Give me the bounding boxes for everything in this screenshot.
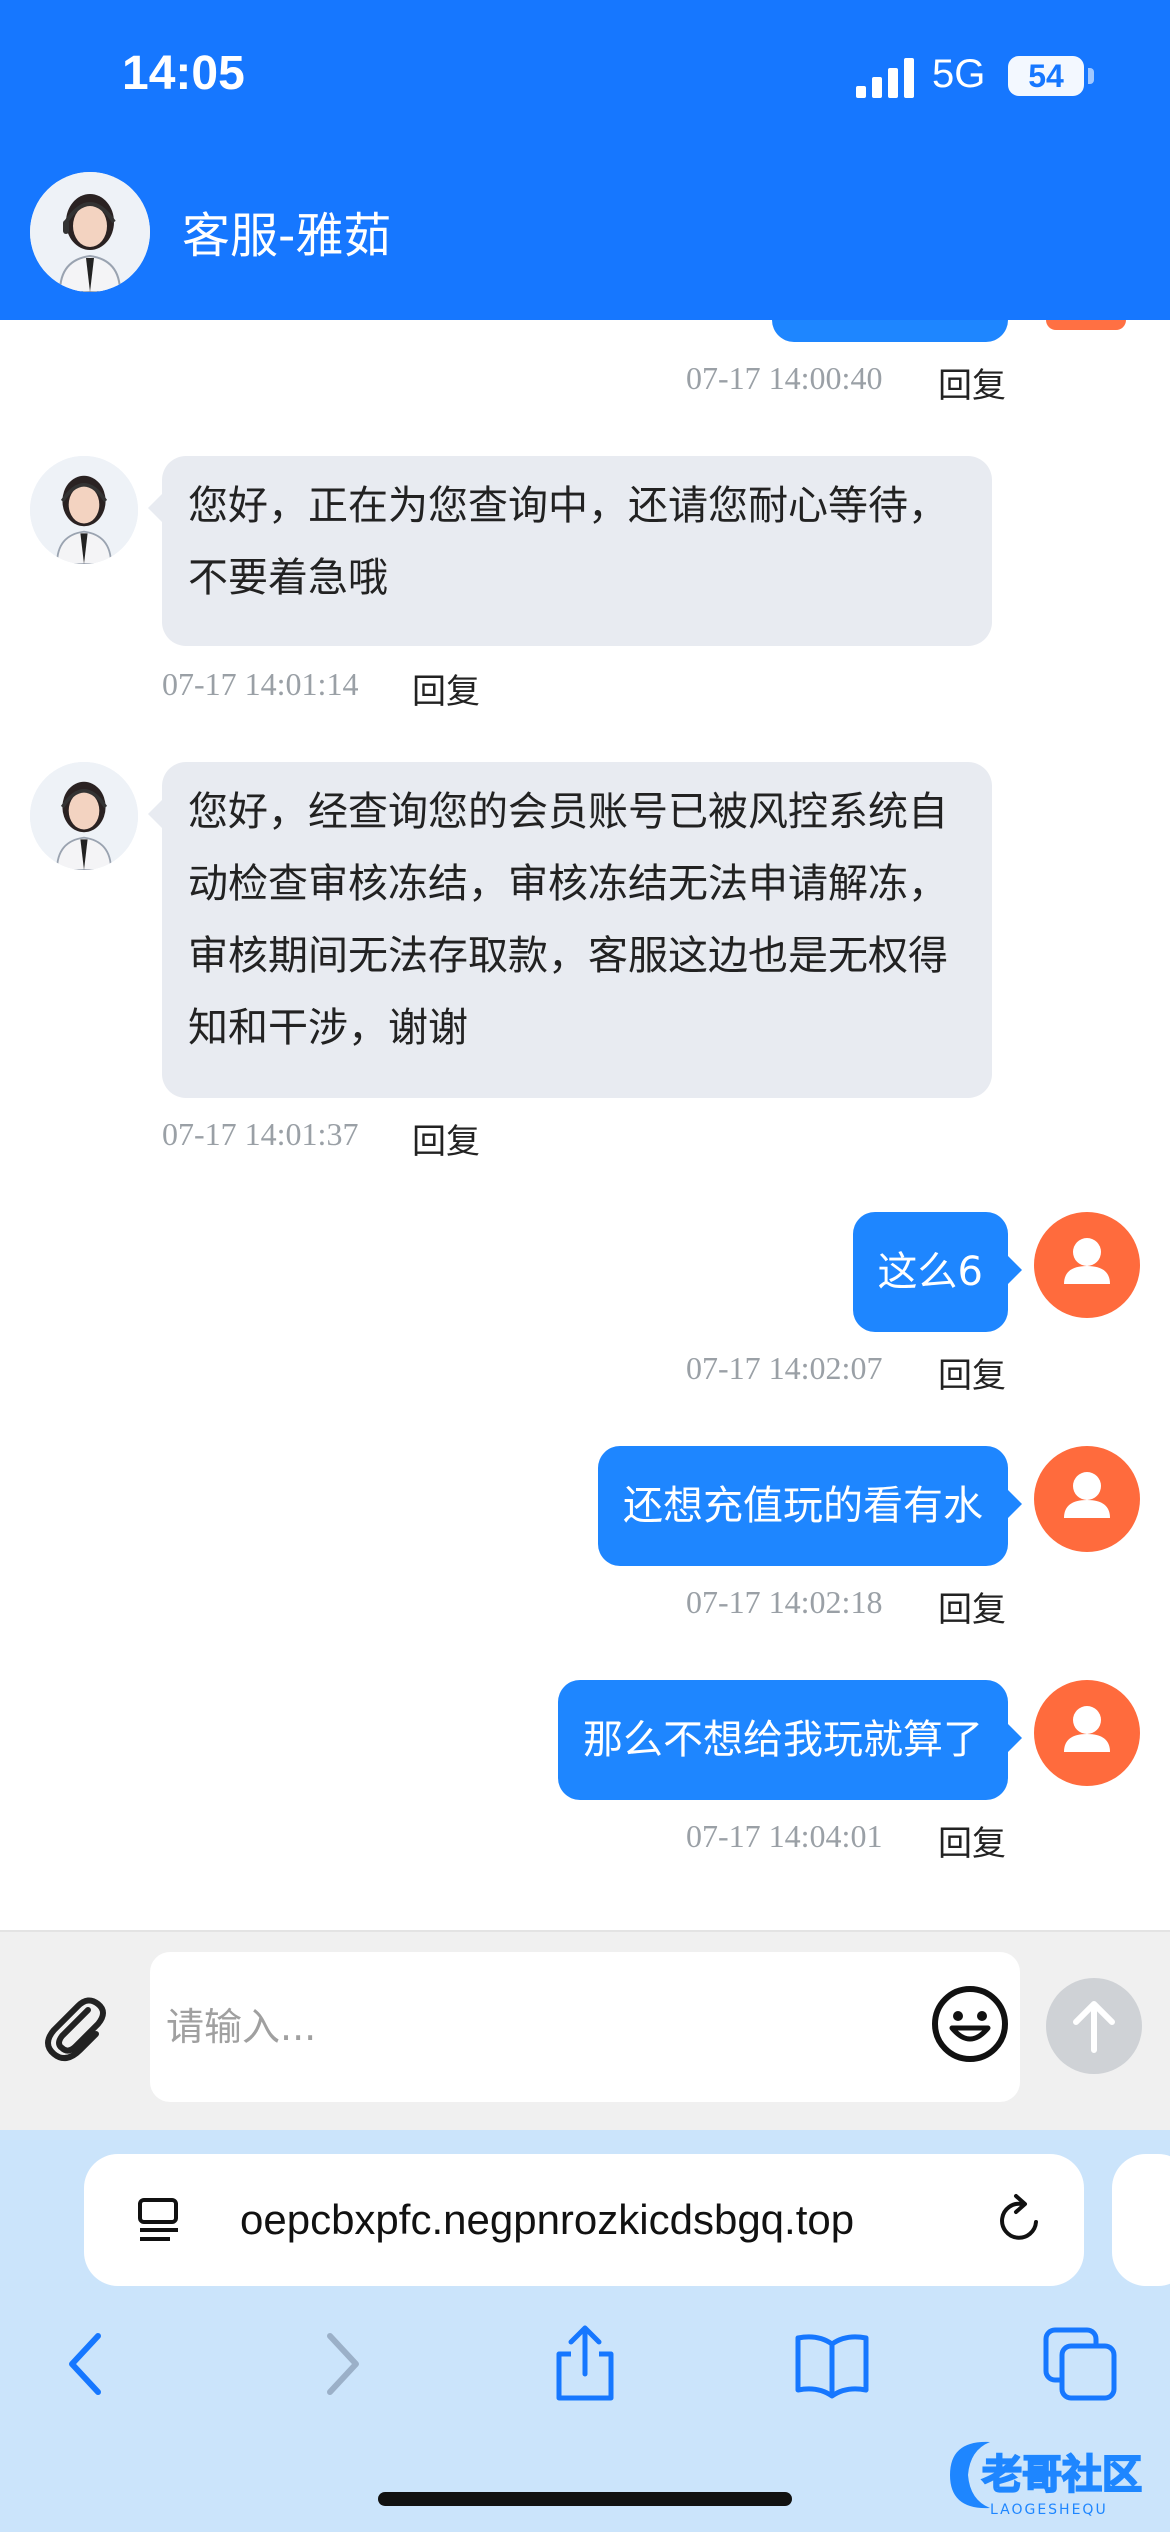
agent-avatar[interactable] [30, 172, 150, 292]
message-time: 07-17 14:01:37 [162, 1116, 359, 1152]
battery-cap [1088, 68, 1094, 84]
browser-toolbar: oepcbxpfc.negpnrozkicdsbgq.top 老哥社区 LAOG… [0, 2130, 1170, 2532]
partial-user-bubble [772, 320, 1008, 342]
reply-link[interactable]: 回复 [412, 664, 480, 713]
attachment-icon[interactable] [36, 1988, 112, 2064]
home-indicator [378, 2492, 792, 2506]
reply-link[interactable]: 回复 [938, 1816, 1006, 1865]
user-message-bubble: 那么不想给我玩就算了 [558, 1680, 1022, 1800]
agent-avatar [30, 456, 138, 564]
svg-text:LAOGESHEQU: LAOGESHEQU [990, 2502, 1108, 2518]
user-message-bubble: 这么6 [852, 1212, 1023, 1332]
reply-link[interactable]: 回复 [938, 1348, 1006, 1397]
message-time: 07-17 14:02:18 [686, 1584, 883, 1620]
chat-header: 14:05 5G 54 客服-雅茹 [0, 0, 1170, 320]
input-placeholder: 请输入... [166, 2005, 317, 2049]
tabs-icon[interactable] [1040, 2324, 1120, 2404]
user-message-bubble: 还想充值玩的看有水 [598, 1446, 1022, 1566]
reader-icon[interactable] [134, 2194, 184, 2244]
user-avatar [1034, 1446, 1140, 1552]
reply-link[interactable]: 回复 [938, 358, 1006, 407]
send-button[interactable] [1046, 1978, 1142, 2074]
agent-message-bubble: 您好，正在为您查询中，还请您耐心等待，不要着急哦 [148, 456, 992, 646]
bookmarks-icon[interactable] [792, 2324, 872, 2404]
message-time: 07-17 14:04:01 [686, 1818, 883, 1854]
status-time: 14:05 [122, 47, 245, 100]
svg-text:老哥社区: 老哥社区 [982, 2452, 1142, 2498]
watermark-logo: 老哥社区 LAOGESHEQU [950, 2441, 1143, 2518]
user-avatar [1034, 1680, 1140, 1786]
reload-icon[interactable] [992, 2192, 1048, 2248]
battery-icon: 54 [1008, 56, 1084, 96]
agent-message-bubble: 您好，经查询您的会员账号已被风控系统自动检查审核冻结，审核冻结无法申请解冻，审核… [148, 762, 992, 1098]
reply-link[interactable]: 回复 [938, 1582, 1006, 1631]
reply-link[interactable]: 回复 [412, 1114, 480, 1163]
signal-icon [856, 58, 914, 98]
send-arrow-icon [1073, 2001, 1115, 2053]
back-icon[interactable] [48, 2324, 128, 2404]
message-time: 07-17 14:02:07 [686, 1350, 883, 1386]
user-avatar [1034, 1212, 1140, 1318]
message-list[interactable]: 07-17 14:00:40 回复 您好，正在为您查询中，还请您耐心等待，不要着… [0, 320, 1170, 1930]
message-time: 07-17 14:01:14 [162, 666, 359, 702]
composer: 请输入... [0, 1930, 1170, 2132]
page-title: 客服-雅茹 [182, 208, 392, 264]
address-bar[interactable]: oepcbxpfc.negpnrozkicdsbgq.top [84, 2154, 1084, 2286]
url-text: oepcbxpfc.negpnrozkicdsbgq.top [240, 2196, 855, 2243]
agent-avatar [30, 762, 138, 870]
share-icon[interactable] [545, 2324, 625, 2404]
message-time: 07-17 14:00:40 [686, 360, 883, 396]
network-type: 5G [932, 52, 986, 96]
partial-user-avatar [1046, 320, 1126, 330]
emoji-icon[interactable] [930, 1984, 1010, 2064]
next-tab-preview[interactable] [1112, 2154, 1170, 2286]
forward-icon[interactable] [300, 2324, 380, 2404]
